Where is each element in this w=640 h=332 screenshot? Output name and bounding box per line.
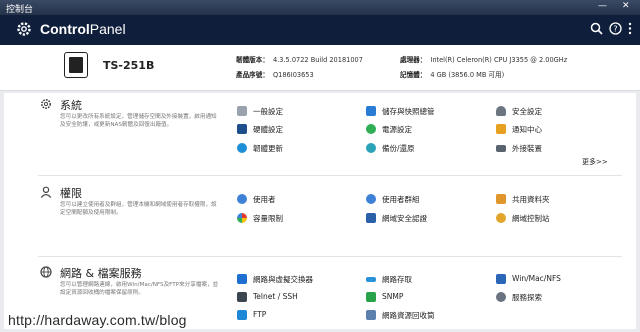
- storage-icon: [366, 106, 376, 116]
- service-discovery-icon: [496, 292, 506, 302]
- watermark-text: http://hardaway.com.tw/blog: [8, 312, 187, 328]
- section-divider: [38, 256, 622, 257]
- control-panel-body: 系統 您可以更改所有系統設定，管理儲存空間及外接裝置，啟用通知及安全防護，或更新…: [4, 93, 636, 329]
- network-switch-icon: [237, 274, 247, 284]
- app-brand: ControlPanel: [40, 21, 126, 37]
- app-header: ControlPanel ?: [0, 15, 640, 45]
- close-button[interactable]: ✕: [622, 1, 630, 11]
- user-groups-icon: [366, 194, 376, 204]
- search-icon[interactable]: [590, 22, 603, 35]
- folder-icon: [496, 194, 506, 204]
- lock-icon: [496, 106, 506, 116]
- more-link[interactable]: 更多>>: [582, 157, 608, 167]
- recycle-bin-icon: [366, 310, 376, 320]
- device-model: TS-251B: [103, 59, 155, 72]
- domain-security-icon: [366, 213, 376, 223]
- gear-icon: [17, 22, 31, 36]
- section-description: 您可以更改所有系統設定，管理儲存空間及外接裝置，啟用通知及安全防護，或更新NAS…: [60, 114, 217, 128]
- section-title: 網路 & 檔案服務: [60, 267, 142, 280]
- backup-icon: [366, 143, 376, 153]
- more-icon[interactable]: [627, 22, 633, 35]
- globe-icon: [40, 266, 52, 278]
- firmware-info: 韌體版本： 4.3.5.0722 Build 20181007: [236, 56, 363, 64]
- notification-icon: [496, 124, 506, 134]
- general-settings-icon: [237, 106, 247, 116]
- external-device-icon: [496, 145, 506, 152]
- ftp-icon: [237, 310, 247, 320]
- serial-info: 產品序號： Q186I03653: [236, 71, 314, 79]
- terminal-icon: [237, 292, 247, 302]
- section-divider: [38, 175, 622, 176]
- section-title: 權限: [60, 187, 82, 200]
- section-description: 您可以管理網路連線，啟用Win/Mac/NFS及FTP來分享檔案，並設定資源回收…: [60, 282, 219, 296]
- cpu-info: 處理器： Intel(R) Celeron(R) CPU J3355 @ 2.00…: [400, 56, 568, 64]
- user-icon: [40, 186, 52, 198]
- section-title: 系統: [60, 99, 82, 112]
- window-title: 控制台: [6, 5, 34, 15]
- hardware-icon: [237, 124, 247, 134]
- domain-controller-icon: [496, 213, 506, 223]
- device-info-bar: TS-251B 韌體版本： 4.3.5.0722 Build 20181007 產…: [0, 45, 640, 91]
- win-mac-nfs-icon: [496, 274, 506, 284]
- network-access-icon: [366, 277, 376, 282]
- snmp-icon: [366, 292, 376, 302]
- users-icon: [237, 194, 247, 204]
- system-gear-icon: [41, 99, 51, 109]
- quota-icon: [237, 213, 247, 223]
- minimize-button[interactable]: —: [598, 1, 607, 11]
- nas-device-icon: [64, 52, 88, 78]
- section-description: 您可以建立使用者及群組，管理本機和網域使用者存取權限，設定空間配額及使用限制。: [60, 202, 217, 216]
- power-icon: [366, 124, 376, 134]
- svg-text:?: ?: [613, 25, 617, 34]
- memory-info: 記憶體： 4 GB (3856.0 MB 可用): [400, 71, 505, 79]
- window-titlebar: 控制台 — ✕: [0, 0, 640, 15]
- firmware-update-icon: [237, 143, 247, 153]
- help-icon[interactable]: ?: [609, 22, 622, 35]
